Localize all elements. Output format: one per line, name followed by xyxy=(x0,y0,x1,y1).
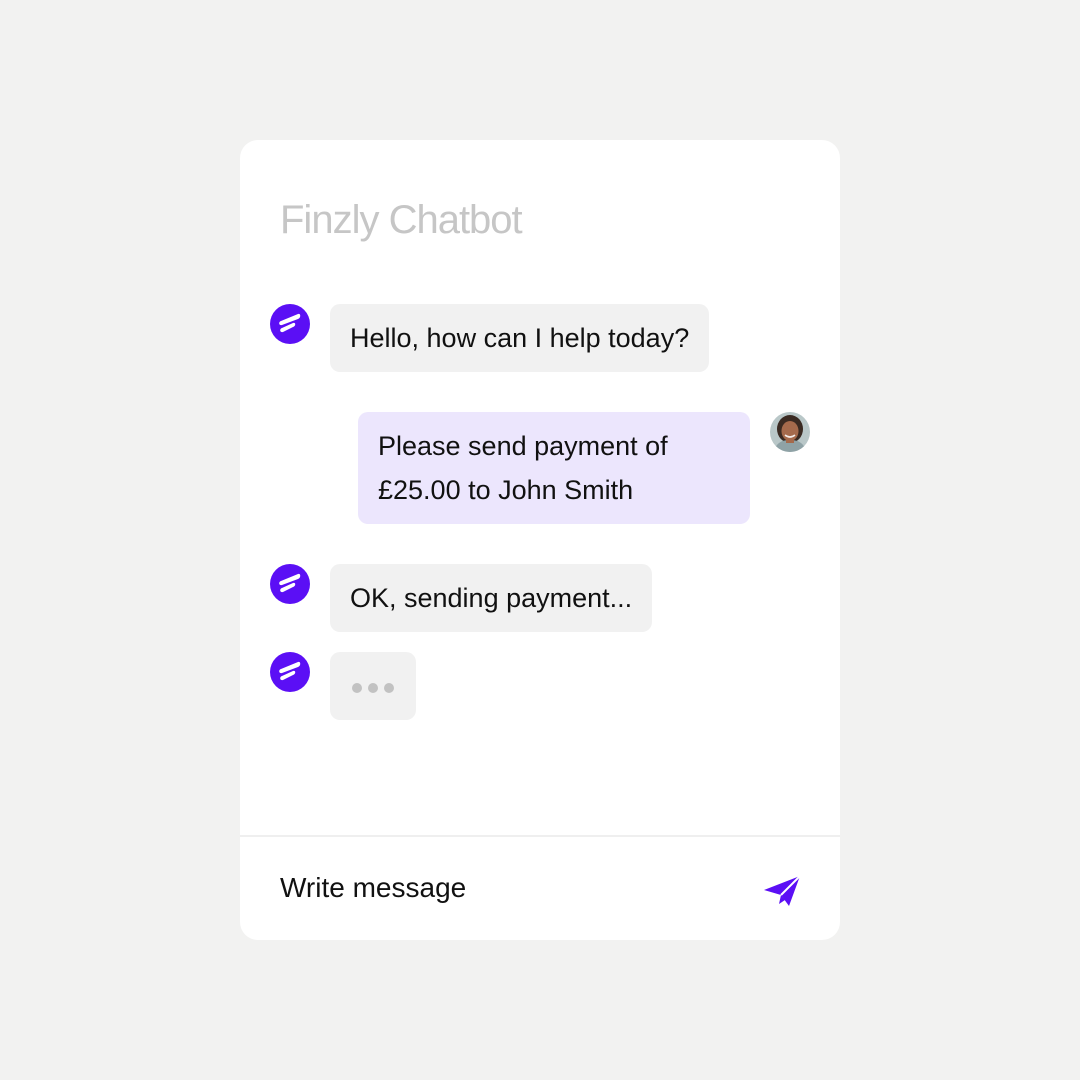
finzly-logo-icon xyxy=(270,564,310,604)
typing-dot xyxy=(352,683,362,693)
user-avatar xyxy=(770,412,810,452)
finzly-logo-icon xyxy=(270,652,310,692)
message-input[interactable] xyxy=(280,868,740,908)
bot-message-bubble: OK, sending payment... xyxy=(330,564,653,632)
typing-row xyxy=(270,652,430,722)
user-message-bubble: Please send payment of £25.00 to John Sm… xyxy=(358,412,750,524)
bot-message-bubble: Hello, how can I help today? xyxy=(330,304,710,372)
finzly-logo-icon xyxy=(270,304,310,344)
typing-indicator xyxy=(330,652,416,720)
composer-divider xyxy=(240,835,840,837)
message-row: Hello, how can I help today? xyxy=(270,304,750,374)
typing-dot xyxy=(368,683,378,693)
typing-dot xyxy=(384,683,394,693)
chat-window: Finzly Chatbot Hello, how can I help tod… xyxy=(240,140,840,940)
chat-title: Finzly Chatbot xyxy=(280,198,523,242)
message-row: OK, sending payment... xyxy=(270,564,750,634)
send-button[interactable] xyxy=(760,870,806,912)
message-row: Please send payment of £25.00 to John Sm… xyxy=(358,412,810,524)
send-icon xyxy=(764,875,801,906)
